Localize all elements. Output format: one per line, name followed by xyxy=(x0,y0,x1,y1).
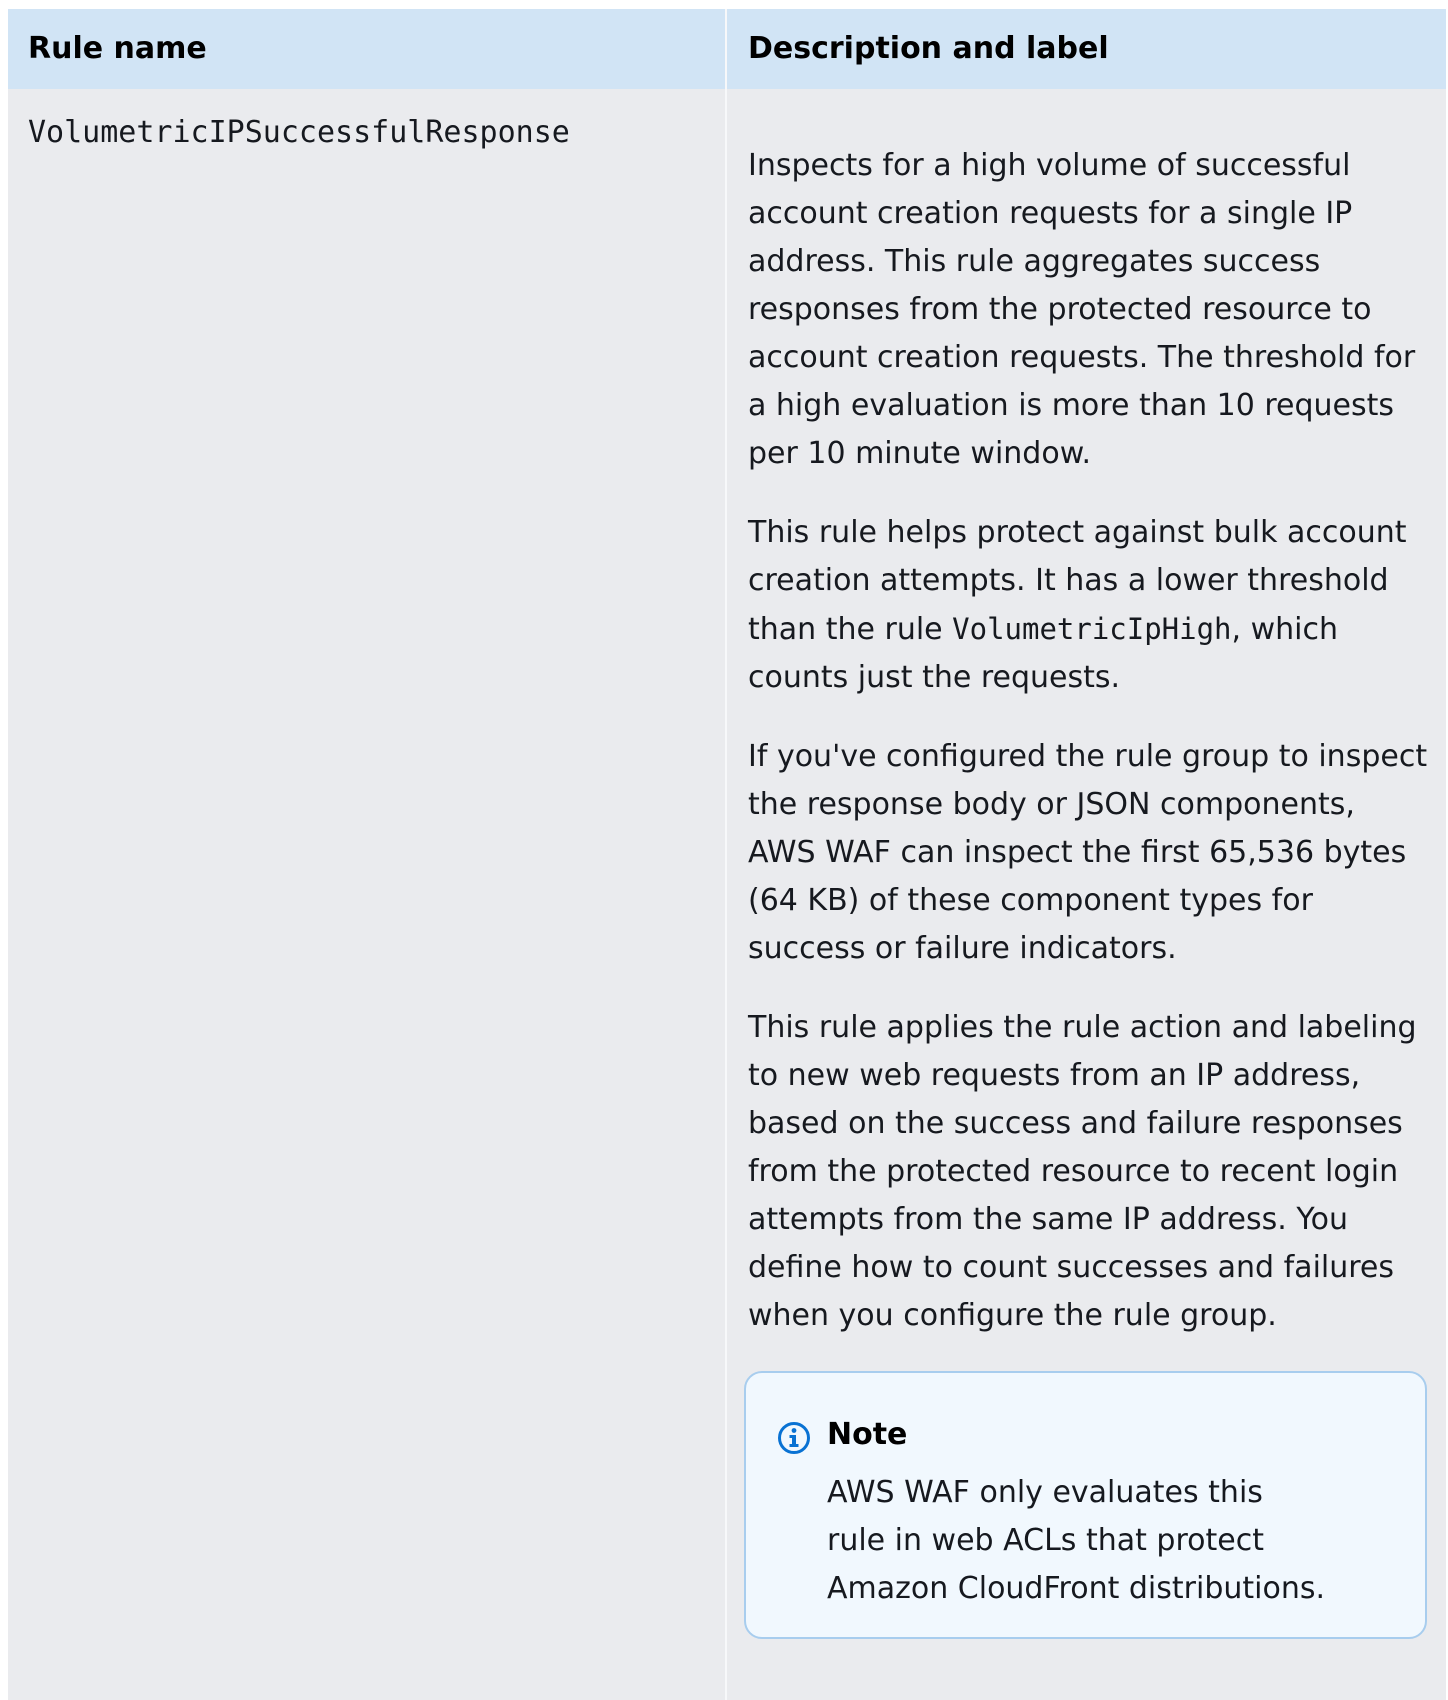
description-paragraph-2: This rule helps protect against bulk acc… xyxy=(748,509,1428,702)
column-divider xyxy=(725,9,727,1700)
note-title: Note xyxy=(827,1417,908,1452)
rules-table: Rule name Description and label Volumetr… xyxy=(8,9,1446,1700)
table-header xyxy=(8,9,1446,89)
note-body: AWS WAF only evaluates this rule in web … xyxy=(827,1475,1326,1606)
column-header-rule-name: Rule name xyxy=(28,31,207,66)
note-box: Note AWS WAF only evaluates this rule in… xyxy=(744,1371,1427,1639)
info-icon xyxy=(778,1422,810,1454)
column-header-description: Description and label xyxy=(748,31,1109,66)
description-paragraph-1: Inspects for a high volume of successful… xyxy=(748,148,1416,471)
rule-name-cell: VolumetricIPSuccessfulResponse xyxy=(28,115,570,150)
description-cell: Inspects for a high volume of successful… xyxy=(748,142,1428,1371)
description-paragraph-3: If you've configured the rule group to i… xyxy=(748,739,1428,966)
description-paragraph-4: This rule applies the rule action and la… xyxy=(748,1010,1417,1333)
rule-code-reference: VolumetricIpHigh xyxy=(952,612,1232,646)
